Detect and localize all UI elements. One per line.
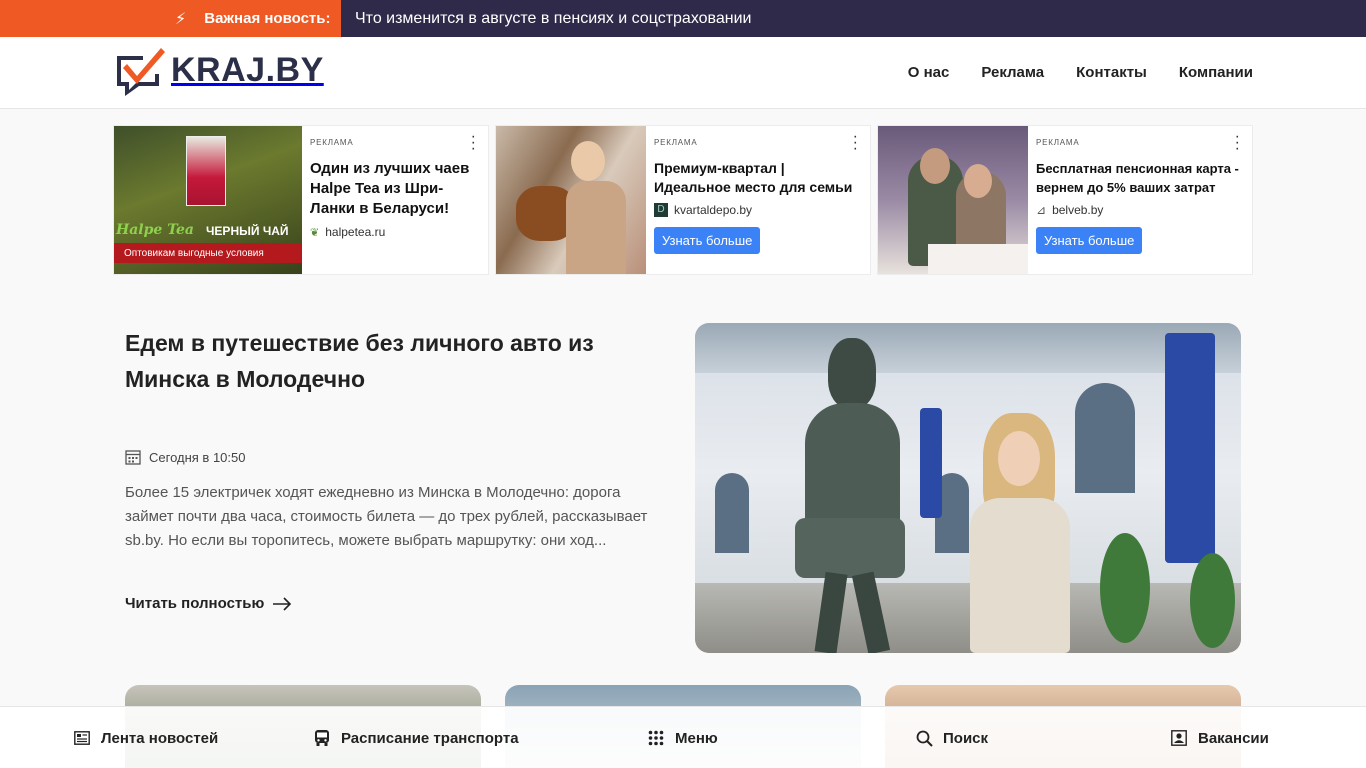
man-head bbox=[920, 148, 950, 184]
bottom-nav: Лента новостей Расписание транспорта Мен… bbox=[0, 706, 1366, 768]
table-image bbox=[928, 244, 1028, 274]
breaking-news-link[interactable]: Что изменится в августе в пенсиях и соцс… bbox=[341, 0, 751, 37]
bottom-nav-search[interactable]: Поиск bbox=[915, 729, 988, 747]
learn-more-button[interactable]: Узнать больше bbox=[1036, 227, 1143, 254]
ad-domain-text: halpetea.ru bbox=[325, 225, 386, 239]
main-nav: О нас Реклама Контакты Компании bbox=[908, 64, 1253, 81]
woman-head bbox=[964, 164, 992, 198]
woman-image bbox=[965, 413, 1075, 653]
article-date: Сегодня в 10:50 bbox=[125, 449, 245, 465]
ad-tag: РЕКЛАМА bbox=[310, 138, 354, 147]
bottom-nav-label: Вакансии bbox=[1198, 729, 1269, 747]
ad-image-brand: Halpe Tea bbox=[116, 222, 194, 238]
breaking-label: ⚡ Важная новость: bbox=[0, 0, 341, 37]
article-description: Более 15 электричек ходят ежедневно из М… bbox=[125, 484, 648, 549]
ad-image-strip: Оптовикам выгодные условия bbox=[114, 243, 302, 263]
child-head bbox=[571, 141, 605, 181]
ad-image-belveb[interactable] bbox=[878, 126, 1028, 274]
lightning-icon: ⚡ bbox=[175, 10, 187, 28]
logo-check-icon bbox=[117, 48, 165, 96]
bottom-nav-news-feed[interactable]: Лента новостей bbox=[73, 729, 218, 747]
search-icon bbox=[915, 729, 933, 747]
leaf-icon: ❦ bbox=[310, 226, 320, 239]
ad-image-caption: ЧЕРНЫЙ ЧАЙ bbox=[206, 224, 289, 238]
bottom-nav-label: Лента новостей bbox=[101, 729, 219, 747]
grid-icon bbox=[647, 729, 665, 747]
breaking-news-bar: ⚡ Важная новость: Что изменится в август… bbox=[0, 0, 1366, 37]
bottom-nav-vacancies[interactable]: Вакансии bbox=[1170, 729, 1269, 747]
featured-article: Едем в путешествие без личного авто из М… bbox=[125, 323, 1241, 653]
more-options-icon[interactable]: · · · bbox=[471, 129, 476, 157]
tea-box-image bbox=[186, 136, 226, 206]
ad-tag: РЕКЛАМА bbox=[654, 138, 698, 147]
badge-icon bbox=[1170, 729, 1188, 747]
ad-domain[interactable]: ❦ halpetea.ru bbox=[310, 225, 480, 239]
article-date-text: Сегодня в 10:50 bbox=[149, 449, 246, 465]
bottom-nav-menu[interactable]: Меню bbox=[647, 729, 718, 747]
nav-about[interactable]: О нас bbox=[908, 64, 950, 81]
article-image[interactable] bbox=[695, 323, 1241, 653]
article-title[interactable]: Едем в путешествие без личного авто из М… bbox=[125, 325, 625, 397]
nav-companies[interactable]: Компании bbox=[1179, 64, 1253, 81]
nav-advertising[interactable]: Реклама bbox=[981, 64, 1044, 81]
ad-title[interactable]: Бесплатная пенсионная карта - вернем до … bbox=[1036, 159, 1244, 197]
belveb-logo-icon: ⊿ bbox=[1036, 203, 1047, 217]
read-more-label: Читать полностью bbox=[125, 595, 265, 612]
breaking-label-text: Важная новость: bbox=[204, 10, 331, 27]
ad-title[interactable]: Один из лучших чаев Halpe Tea из Шри-Лан… bbox=[310, 159, 480, 219]
child-image bbox=[566, 181, 626, 274]
bus-icon bbox=[313, 729, 331, 747]
more-options-icon[interactable]: · · · bbox=[853, 129, 858, 157]
ad-domain[interactable]: ⊿ belveb.by bbox=[1036, 203, 1244, 217]
ads-row: Halpe Tea ЧЕРНЫЙ ЧАЙ Оптовикам выгодные … bbox=[113, 125, 1253, 275]
arrow-right-icon bbox=[273, 596, 292, 611]
ad-card-belveb[interactable]: РЕКЛАМА Бесплатная пенсионная карта - ве… bbox=[877, 125, 1253, 275]
ad-image-kvartal[interactable] bbox=[496, 126, 646, 274]
ad-card-halpe[interactable]: Halpe Tea ЧЕРНЫЙ ЧАЙ Оптовикам выгодные … bbox=[113, 125, 489, 275]
bottom-nav-label: Расписание транспорта bbox=[341, 729, 519, 747]
kvartal-logo-icon: D bbox=[654, 203, 668, 217]
statue-image bbox=[790, 338, 920, 653]
more-options-icon[interactable]: · · · bbox=[1235, 129, 1240, 157]
calendar-icon bbox=[125, 450, 141, 465]
bottom-nav-label: Меню bbox=[675, 729, 718, 747]
logo-text: KRAJ.BY bbox=[171, 50, 324, 89]
bottom-nav-label: Поиск bbox=[943, 729, 989, 747]
ad-card-kvartal[interactable]: РЕКЛАМА Премиум-квартал | Идеальное мест… bbox=[495, 125, 871, 275]
ad-domain-text: belveb.by bbox=[1052, 203, 1104, 217]
nav-contacts[interactable]: Контакты bbox=[1076, 64, 1147, 81]
ad-tag: РЕКЛАМА bbox=[1036, 138, 1080, 147]
newspaper-icon bbox=[73, 729, 91, 747]
bottom-nav-transport-schedule[interactable]: Расписание транспорта bbox=[313, 729, 519, 747]
learn-more-button[interactable]: Узнать больше bbox=[654, 227, 761, 254]
read-more-link[interactable]: Читать полностью bbox=[125, 595, 292, 612]
site-header: KRAJ.BY О нас Реклама Контакты Компании bbox=[0, 37, 1366, 109]
ad-domain-text: kvartaldepo.by bbox=[674, 203, 753, 217]
ad-image-halpe[interactable]: Halpe Tea ЧЕРНЫЙ ЧАЙ Оптовикам выгодные … bbox=[114, 126, 302, 274]
site-logo[interactable]: KRAJ.BY bbox=[113, 44, 324, 96]
ad-domain[interactable]: D kvartaldepo.by bbox=[654, 203, 862, 217]
ad-title[interactable]: Премиум-квартал | Идеальное место для се… bbox=[654, 159, 862, 197]
